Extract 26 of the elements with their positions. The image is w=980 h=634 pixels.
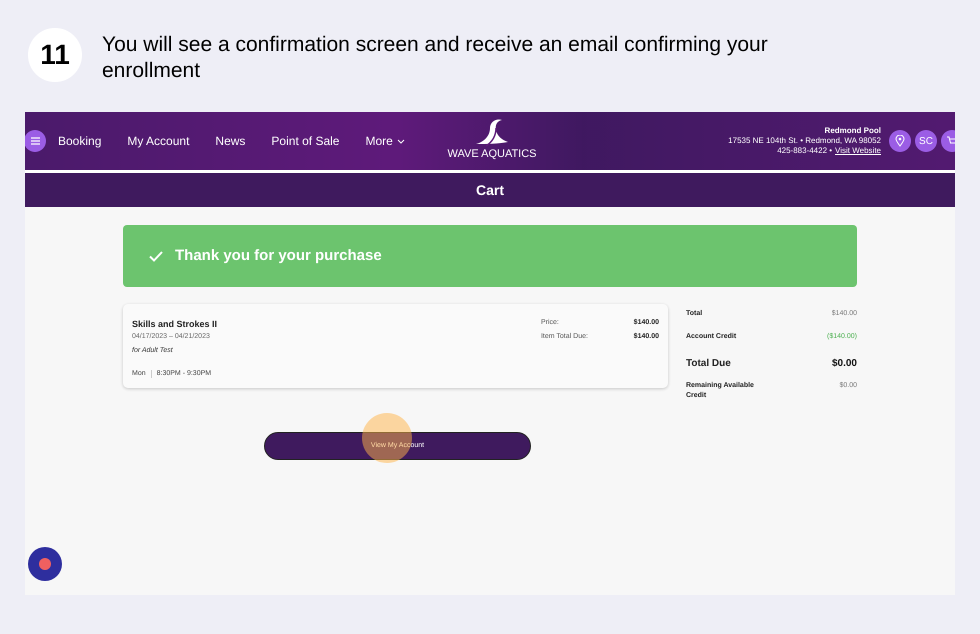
banner-message: Thank you for your purchase	[175, 246, 382, 266]
item-name: Skills and Strokes II	[132, 318, 218, 331]
logo-text: WAVE AQUATICS	[447, 148, 537, 160]
location-name: Redmond Pool	[824, 126, 881, 136]
chat-button[interactable]	[28, 547, 62, 581]
nav-link[interactable]: More	[365, 132, 405, 150]
location-pin-icon	[895, 135, 905, 147]
nav-link[interactable]: My Account	[127, 132, 190, 150]
location-button[interactable]	[889, 130, 911, 152]
dot-icon	[39, 558, 51, 570]
website-link[interactable]: Visit Website	[835, 146, 881, 156]
menu-button[interactable]	[25, 130, 46, 152]
nav-link[interactable]: News	[215, 132, 246, 150]
page-title: Cart	[476, 180, 504, 200]
summary-label: Total Due	[686, 357, 731, 371]
location-phone: 425-883-4422 •	[777, 146, 832, 156]
nav-link[interactable]: Point of Sale	[271, 132, 340, 150]
location-address: 17535 NE 104th St. • Redmond, WA 98052	[728, 136, 881, 146]
menu-icon	[30, 137, 40, 145]
step-instruction: You will see a confirmation screen and receive an email confirming your enrollment	[102, 32, 769, 84]
nav-link[interactable]: Booking	[58, 132, 102, 150]
check-icon	[149, 250, 163, 262]
step-badge: 11	[28, 28, 82, 82]
summary-value: $0.00	[832, 357, 857, 371]
user-avatar[interactable]: SC	[915, 130, 937, 152]
cart-icon	[946, 136, 955, 146]
